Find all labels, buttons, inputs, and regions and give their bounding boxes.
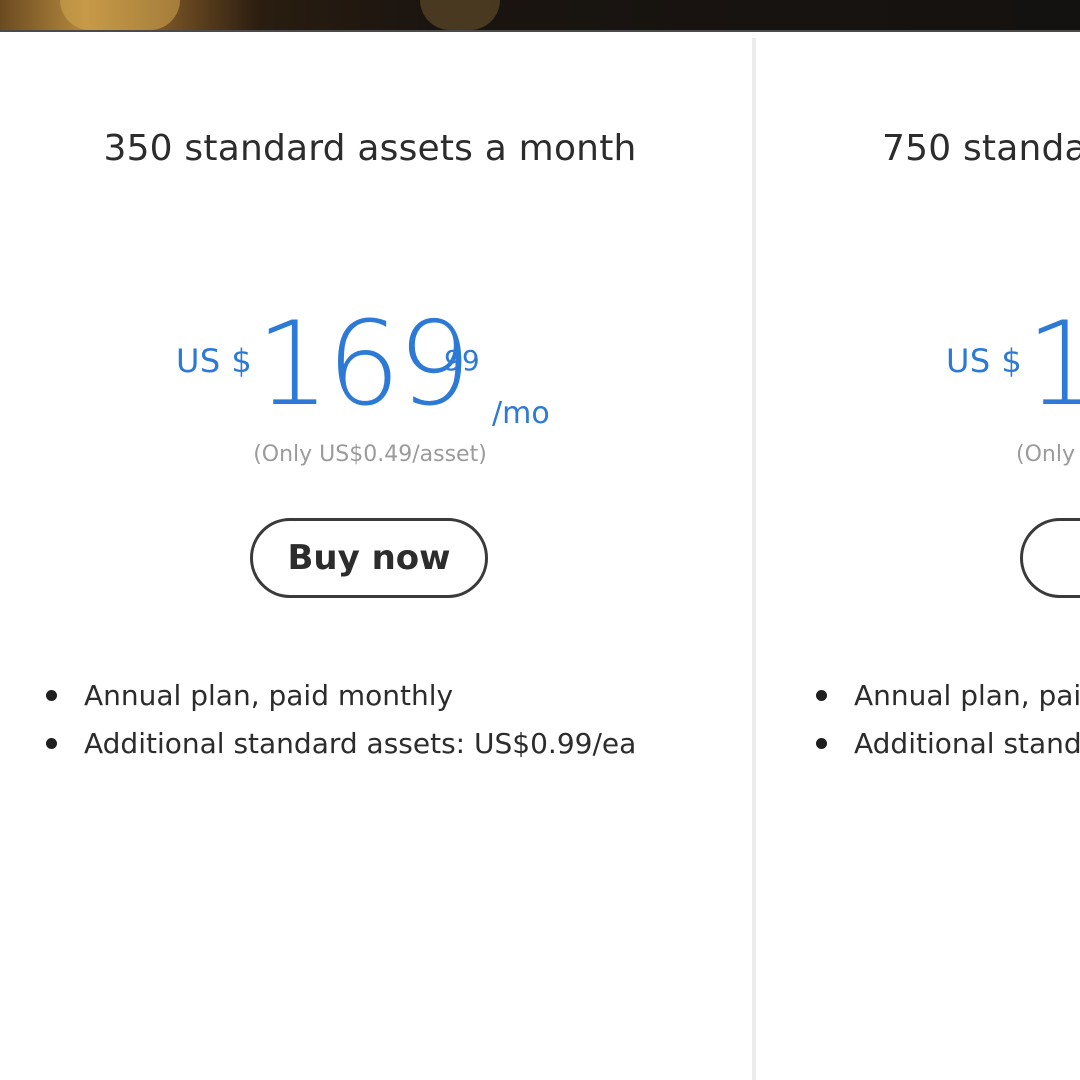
plan-title: 750 standar (882, 128, 1080, 169)
plan-card-750: 750 standar US $ 1 (Only B Annual plan, … (770, 32, 1080, 1080)
plan-features: Annual plan, paid monthly Additional sta… (40, 672, 636, 768)
feature-text: Additional stand (854, 727, 1080, 760)
plan-title: 350 standard assets a month (103, 128, 637, 169)
bullet-icon (46, 738, 57, 749)
pricing-plans: 350 standard assets a month US $ 169 99 … (0, 32, 1080, 1080)
feature-item: Annual plan, paid monthly (40, 672, 636, 720)
per-asset-price: (Only US$0.49/asset) (253, 442, 487, 467)
plan-divider (752, 38, 756, 1080)
price-currency: US $ (176, 342, 253, 380)
price-amount: 1 (1026, 297, 1080, 432)
price-cents: 99 (444, 344, 480, 377)
price-amount: 169 (256, 297, 471, 432)
plan-features: Annual plan, pai Additional stand (810, 672, 1080, 768)
feature-item: Additional stand (810, 720, 1080, 768)
plan-card-350: 350 standard assets a month US $ 169 99 … (0, 32, 740, 1080)
buy-now-button[interactable]: Buy now (250, 518, 488, 598)
feature-item: Annual plan, pai (810, 672, 1080, 720)
bullet-icon (816, 738, 827, 749)
feature-text: Additional standard assets: US$0.99/ea (84, 727, 637, 760)
per-asset-price: (Only (1016, 442, 1075, 467)
bullet-icon (816, 690, 827, 701)
bullet-icon (46, 690, 57, 701)
buy-now-button[interactable]: B (1020, 518, 1080, 598)
price-period: /mo (492, 396, 550, 431)
hero-image-detail (60, 0, 180, 30)
hero-image-detail (420, 0, 500, 30)
feature-item: Additional standard assets: US$0.99/ea (40, 720, 636, 768)
feature-text: Annual plan, paid monthly (84, 679, 454, 712)
hero-image-strip (0, 0, 1080, 32)
feature-text: Annual plan, pai (854, 679, 1080, 712)
price-currency: US $ (946, 342, 1023, 380)
